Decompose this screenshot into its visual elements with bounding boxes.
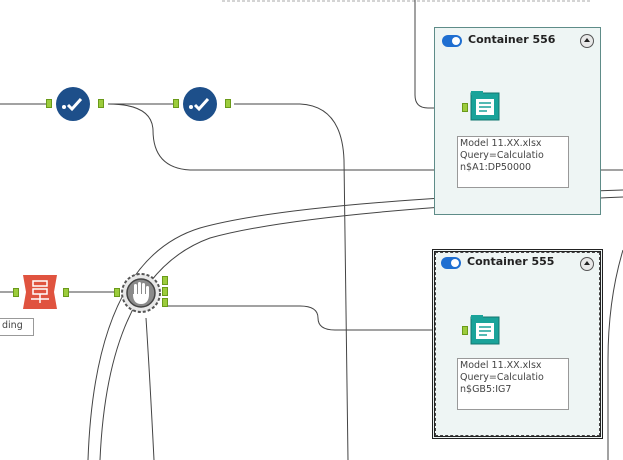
input-anchor[interactable] — [462, 326, 468, 335]
input-anchor[interactable] — [173, 99, 179, 108]
output-anchor[interactable] — [98, 99, 104, 108]
container-enable-toggle[interactable] — [442, 35, 462, 47]
container-header[interactable]: Container 555 — [435, 252, 600, 278]
connection-wire — [168, 305, 462, 331]
container-title: Container 556 — [468, 33, 556, 46]
input-data-tool[interactable] — [462, 314, 512, 348]
select-tool[interactable] — [173, 86, 237, 122]
container-enable-toggle[interactable] — [441, 257, 461, 269]
input-data-icon — [470, 91, 500, 121]
container-header[interactable]: Container 556 — [435, 28, 600, 54]
collapse-button[interactable] — [580, 34, 594, 48]
connection-wire — [607, 249, 623, 460]
connection-wire — [234, 103, 349, 460]
input-data-tool[interactable] — [462, 90, 512, 124]
block-until-done-icon — [121, 273, 161, 313]
input-anchor[interactable] — [46, 99, 52, 108]
dynamic-rename-icon — [23, 275, 57, 309]
input-anchor[interactable] — [13, 288, 19, 297]
output-anchor-2[interactable] — [162, 287, 168, 296]
dynamic-rename-tool[interactable] — [13, 273, 73, 311]
select-check-icon — [56, 87, 90, 121]
select-tool[interactable] — [46, 86, 110, 122]
container-title: Container 555 — [467, 255, 555, 268]
output-anchor[interactable] — [63, 288, 69, 297]
container-555[interactable]: Container 555 — [432, 249, 603, 439]
select-check-icon — [183, 87, 217, 121]
block-until-done-tool[interactable] — [114, 272, 174, 314]
input-anchor[interactable] — [462, 103, 468, 112]
connection-wire — [145, 317, 155, 460]
tool-annotation: Model 11.XX.xlsx Query=Calculatio n$GB5:… — [457, 358, 569, 410]
tool-annotation: Model 11.XX.xlsx Query=Calculatio n$A1:D… — [457, 136, 569, 188]
output-anchor-3[interactable] — [162, 298, 168, 307]
output-anchor[interactable] — [225, 99, 231, 108]
input-data-icon — [470, 315, 500, 345]
collapse-button[interactable] — [580, 257, 594, 271]
tool-annotation: ding — [0, 318, 34, 336]
output-anchor-1[interactable] — [162, 276, 168, 285]
